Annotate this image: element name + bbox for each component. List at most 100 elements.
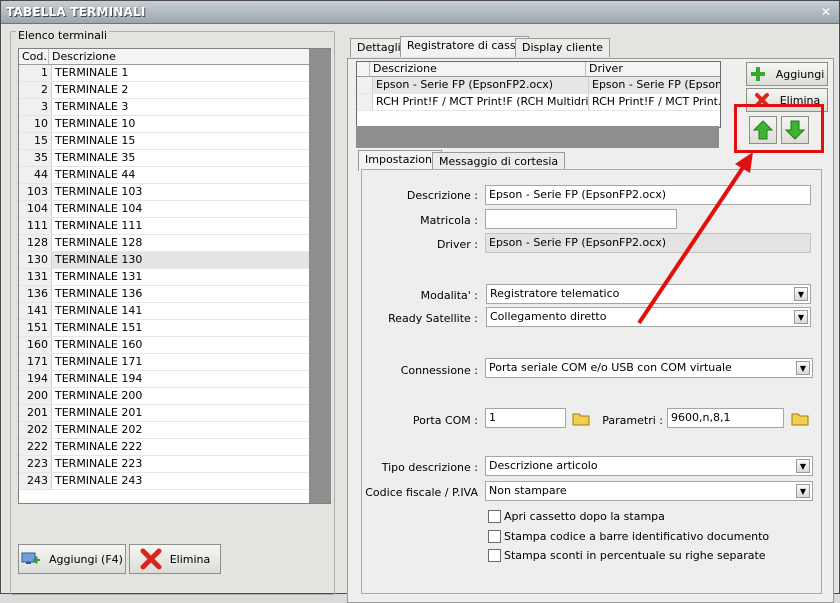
matricola-label: Matricola :: [420, 214, 478, 227]
add-driver-button[interactable]: Aggiungi: [746, 62, 828, 86]
table-row[interactable]: 111 TERMINALE 111: [19, 218, 310, 235]
tipo-descrizione-select[interactable]: Descrizione articolo ▼: [485, 456, 813, 476]
window-title: TABELLA TERMINALI: [6, 5, 146, 19]
table-row[interactable]: 201 TERMINALE 201: [19, 405, 310, 422]
table-row[interactable]: 200 TERMINALE 200: [19, 388, 310, 405]
table-row[interactable]: 1 TERMINALE 1: [19, 65, 310, 82]
terminal-description: TERMINALE 44: [55, 168, 136, 181]
ready-satellite-select[interactable]: Collegamento diretto ▼: [486, 307, 811, 327]
tab-registratore-di-cassa[interactable]: Registratore di cassa: [400, 36, 530, 57]
codice-fiscale-label: Codice fiscale / P.IVA: [365, 486, 478, 499]
terminal-code: 160: [19, 337, 52, 353]
folder-icon[interactable]: [790, 408, 810, 428]
table-row[interactable]: 10 TERMINALE 10: [19, 116, 310, 133]
stampa-codice-barre-checkbox[interactable]: Stampa codice a barre identificativo doc…: [488, 530, 769, 543]
table-row[interactable]: 44 TERMINALE 44: [19, 167, 310, 184]
porta-com-field[interactable]: 1: [485, 408, 566, 428]
column-header-descrizione[interactable]: Descrizione: [49, 49, 310, 64]
checkbox-box[interactable]: [488, 530, 501, 543]
table-row[interactable]: 104 TERMINALE 104: [19, 201, 310, 218]
table-row[interactable]: 141 TERMINALE 141: [19, 303, 310, 320]
driver-row[interactable]: RCH Print!F / MCT Print!F (RCH Multidriv…: [357, 94, 720, 111]
terminal-rows: 1 TERMINALE 1 2 TERMINALE 2 3 TERMINALE 3 10 TE…: [19, 65, 310, 490]
table-row[interactable]: 3 TERMINALE 3: [19, 99, 310, 116]
table-row[interactable]: 222 TERMINALE 222: [19, 439, 310, 456]
driver-row[interactable]: Epson - Serie FP (EpsonFP2.ocx) Epson - …: [357, 77, 720, 94]
column-header-cod[interactable]: Cod.: [19, 49, 49, 64]
terminal-code: 136: [19, 286, 52, 302]
terminal-description: TERMINALE 131: [55, 270, 143, 283]
terminal-description: TERMINALE 3: [55, 100, 129, 113]
driver-grid[interactable]: Descrizione Driver Epson - Serie FP (Eps…: [356, 61, 721, 128]
codice-fiscale-value: Non stampare: [489, 484, 567, 497]
chevron-down-icon[interactable]: ▼: [796, 484, 810, 498]
table-row[interactable]: 171 TERMINALE 171: [19, 354, 310, 371]
checkbox-box[interactable]: [488, 549, 501, 562]
column-header-descrizione-driver[interactable]: Descrizione: [370, 62, 586, 76]
folder-icon[interactable]: [571, 408, 591, 428]
terminal-description: TERMINALE 2: [55, 83, 129, 96]
terminal-code: 35: [19, 150, 52, 166]
table-row[interactable]: 160 TERMINALE 160: [19, 337, 310, 354]
matricola-field[interactable]: [485, 209, 677, 229]
close-icon[interactable]: ✕: [819, 5, 833, 19]
modalita-select[interactable]: Registratore telematico ▼: [486, 284, 811, 304]
terminal-code: 200: [19, 388, 52, 404]
table-row[interactable]: 151 TERMINALE 151: [19, 320, 310, 337]
chevron-down-icon[interactable]: ▼: [796, 459, 810, 473]
table-row[interactable]: 131 TERMINALE 131: [19, 269, 310, 286]
table-row[interactable]: 2 TERMINALE 2: [19, 82, 310, 99]
apri-cassetto-label: Apri cassetto dopo la stampa: [504, 510, 665, 523]
stampa-sconti-checkbox[interactable]: Stampa sconti in percentuale su righe se…: [488, 549, 766, 562]
checkbox-box[interactable]: [488, 510, 501, 523]
driver-grid-header: Descrizione Driver: [357, 62, 720, 77]
terminal-description: TERMINALE 136: [55, 287, 143, 300]
table-row[interactable]: 130 TERMINALE 130: [19, 252, 310, 269]
tab-display-cliente[interactable]: Display cliente: [515, 38, 611, 57]
main-window: TABELLA TERMINALI ✕ Elenco terminali Cod…: [0, 0, 840, 603]
column-header-driver[interactable]: Driver: [586, 62, 720, 76]
add-terminal-button[interactable]: Aggiungi (F4): [18, 544, 126, 574]
porta-com-label: Porta COM :: [412, 414, 478, 427]
terminal-description: TERMINALE 15: [55, 134, 136, 147]
modalita-value: Registratore telematico: [490, 287, 620, 300]
terminal-code: 3: [19, 99, 52, 115]
codice-fiscale-select[interactable]: Non stampare ▼: [485, 481, 813, 501]
parametri-field[interactable]: 9600,n,8,1: [667, 408, 784, 428]
table-row[interactable]: 136 TERMINALE 136: [19, 286, 310, 303]
table-row[interactable]: 194 TERMINALE 194: [19, 371, 310, 388]
driver-grid-corner: [357, 62, 370, 76]
tab-impostazioni[interactable]: Impostazioni: [358, 150, 443, 171]
table-row[interactable]: 35 TERMINALE 35: [19, 150, 310, 167]
table-row[interactable]: 243 TERMINALE 243: [19, 473, 310, 490]
table-row[interactable]: 223 TERMINALE 223: [19, 456, 310, 473]
delete-terminal-label: Elimina: [169, 552, 211, 566]
table-row[interactable]: 202 TERMINALE 202: [19, 422, 310, 439]
connessione-label: Connessione :: [400, 364, 478, 377]
table-row[interactable]: 103 TERMINALE 103: [19, 184, 310, 201]
delete-terminal-button[interactable]: Elimina: [129, 544, 221, 574]
chevron-down-icon[interactable]: ▼: [794, 310, 808, 324]
descrizione-field[interactable]: Epson - Serie FP (EpsonFP2.ocx): [485, 185, 811, 205]
add-driver-label: Aggiungi: [775, 67, 825, 81]
highlight-box: [734, 104, 824, 153]
driver-row-driver: Epson - Serie FP (Epson...: [589, 77, 720, 93]
chevron-down-icon[interactable]: ▼: [794, 287, 808, 301]
terminal-description: TERMINALE 160: [55, 338, 143, 351]
ready-satellite-value: Collegamento diretto: [490, 310, 607, 323]
apri-cassetto-checkbox[interactable]: Apri cassetto dopo la stampa: [488, 510, 665, 523]
terminal-grid[interactable]: Cod. Descrizione 1 TERMINALE 1 2 TERMINALE …: [18, 48, 311, 504]
terminal-code: 2: [19, 82, 52, 98]
chevron-down-icon[interactable]: ▼: [796, 361, 810, 375]
terminal-code: 103: [19, 184, 52, 200]
terminal-description: TERMINALE 222: [55, 440, 143, 453]
connessione-select[interactable]: Porta seriale COM e/o USB con COM virtua…: [485, 358, 813, 378]
terminal-description: TERMINALE 128: [55, 236, 143, 249]
terminal-description: TERMINALE 10: [55, 117, 136, 130]
terminal-description: TERMINALE 194: [55, 372, 143, 385]
parametri-label: Parametri :: [602, 414, 663, 427]
add-monitor-icon: [21, 552, 41, 564]
terminal-code: 130: [19, 252, 52, 268]
table-row[interactable]: 128 TERMINALE 128: [19, 235, 310, 252]
table-row[interactable]: 15 TERMINALE 15: [19, 133, 310, 150]
